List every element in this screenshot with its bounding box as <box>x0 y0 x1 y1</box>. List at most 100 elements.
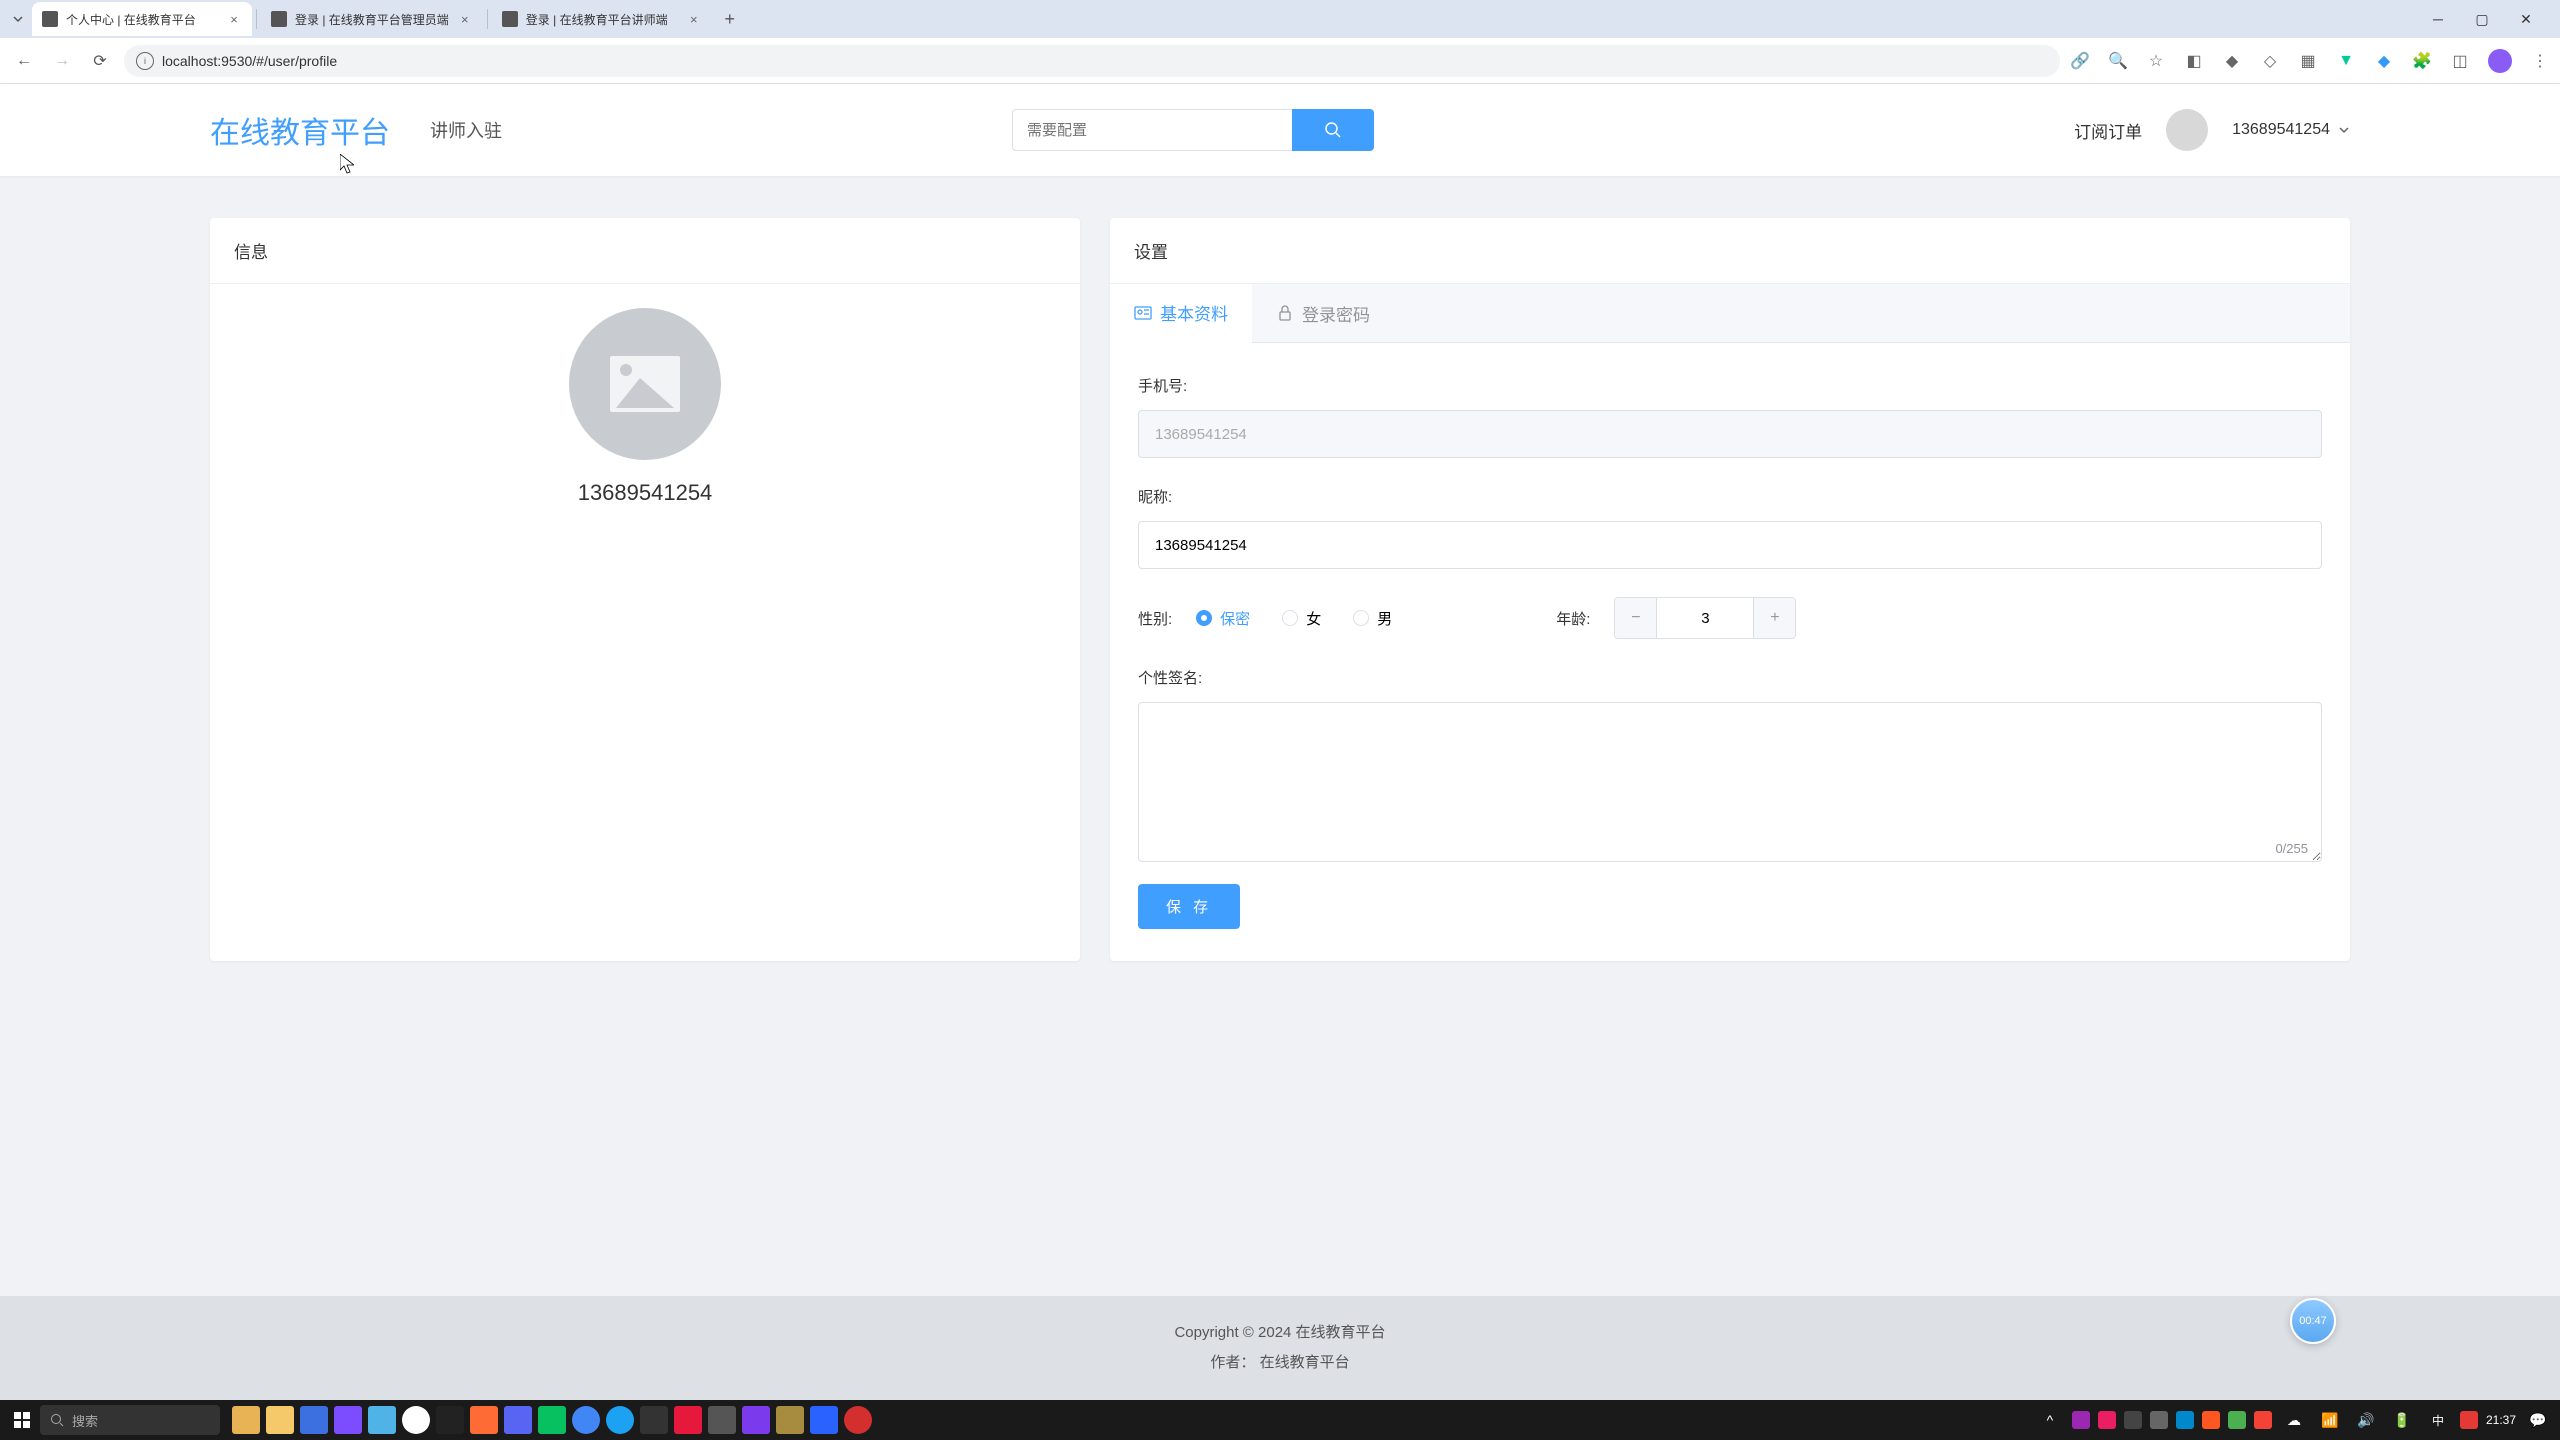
avatar-large[interactable] <box>569 308 721 460</box>
tb-app-8[interactable] <box>538 1406 566 1434</box>
tray-5[interactable] <box>2176 1411 2194 1429</box>
phone-label: 手机号: <box>1138 375 2322 396</box>
close-icon[interactable]: × <box>226 11 242 27</box>
tray-battery-icon[interactable]: 🔋 <box>2388 1406 2416 1434</box>
radio-secret[interactable]: 保密 <box>1196 608 1250 629</box>
radio-male[interactable]: 男 <box>1353 608 1392 629</box>
notifications-icon[interactable]: 💬 <box>2524 1406 2552 1434</box>
tb-app-13[interactable] <box>708 1406 736 1434</box>
taskbar-search[interactable]: 搜索 <box>40 1405 220 1435</box>
browser-tab-2[interactable]: 登录 | 在线教育平台管理员端 × <box>261 2 483 36</box>
tray-7[interactable] <box>2228 1411 2246 1429</box>
floating-timer-badge[interactable]: 00:47 <box>2290 1298 2336 1344</box>
close-icon[interactable]: × <box>686 11 702 27</box>
tray-ime[interactable]: 中 <box>2424 1406 2452 1434</box>
ext-3-icon[interactable]: ◇ <box>2260 51 2280 71</box>
link-icon[interactable]: 🔗 <box>2070 51 2090 71</box>
tab-title: 登录 | 在线教育平台讲师端 <box>526 11 668 28</box>
nickname-input[interactable] <box>1138 521 2322 569</box>
close-icon[interactable]: × <box>457 11 473 27</box>
url-field[interactable]: i localhost:9530/#/user/profile <box>124 45 2060 77</box>
minimize-button[interactable]: ─ <box>2428 9 2448 29</box>
radio-secret-label: 保密 <box>1220 608 1250 629</box>
user-menu[interactable]: 13689541254 <box>2232 121 2350 139</box>
new-tab-button[interactable]: + <box>716 5 744 33</box>
tray-2[interactable] <box>2098 1411 2116 1429</box>
ext-2-icon[interactable]: ◆ <box>2222 51 2242 71</box>
maximize-button[interactable]: ▢ <box>2472 9 2492 29</box>
tray-9[interactable]: ☁ <box>2280 1406 2308 1434</box>
tb-app-chrome[interactable] <box>402 1406 430 1434</box>
ext-5-icon[interactable]: ▼ <box>2336 51 2356 71</box>
ext-6-icon[interactable]: ◆ <box>2374 51 2394 71</box>
tb-app-5[interactable] <box>436 1406 464 1434</box>
url-bar: ← → ⟳ i localhost:9530/#/user/profile 🔗 … <box>0 38 2560 84</box>
age-decrement[interactable]: − <box>1615 598 1657 638</box>
tabs-dropdown[interactable] <box>8 9 28 29</box>
tb-app-14[interactable] <box>742 1406 770 1434</box>
ext-4-icon[interactable]: ▦ <box>2298 51 2318 71</box>
radio-dot-icon <box>1282 610 1298 626</box>
save-button[interactable]: 保 存 <box>1138 884 1240 929</box>
bookmark-icon[interactable]: ☆ <box>2146 51 2166 71</box>
tb-app-9[interactable] <box>572 1406 600 1434</box>
tray-4[interactable] <box>2150 1411 2168 1429</box>
menu-icon[interactable]: ⋮ <box>2530 51 2550 71</box>
ext-1-icon[interactable]: ◧ <box>2184 51 2204 71</box>
bio-textarea[interactable] <box>1138 702 2322 862</box>
age-input[interactable] <box>1657 598 1753 638</box>
tray-8[interactable] <box>2254 1411 2272 1429</box>
tb-app-10[interactable] <box>606 1406 634 1434</box>
taskbar-time[interactable]: 21:37 <box>2486 1413 2516 1427</box>
tray-wifi-icon[interactable]: 📶 <box>2316 1406 2344 1434</box>
tb-app-3[interactable] <box>334 1406 362 1434</box>
tb-app-1[interactable] <box>232 1406 260 1434</box>
subscribe-link[interactable]: 订阅订单 <box>2074 118 2142 143</box>
back-button[interactable]: ← <box>10 47 38 75</box>
tab-password[interactable]: 登录密码 <box>1252 284 1394 342</box>
close-window-button[interactable]: ✕ <box>2516 9 2536 29</box>
tray-1[interactable] <box>2072 1411 2090 1429</box>
reload-button[interactable]: ⟳ <box>86 47 114 75</box>
radio-female-label: 女 <box>1306 608 1321 629</box>
tab-basic[interactable]: 基本资料 <box>1110 284 1252 343</box>
tab-password-label: 登录密码 <box>1302 301 1370 326</box>
avatar[interactable] <box>2166 109 2208 151</box>
zoom-icon[interactable]: 🔍 <box>2108 51 2128 71</box>
tb-app-7[interactable] <box>504 1406 532 1434</box>
nav-teacher-join[interactable]: 讲师入驻 <box>430 117 502 143</box>
tb-app-2[interactable] <box>300 1406 328 1434</box>
gender-radio-group: 保密 女 男 <box>1196 608 1392 629</box>
age-increment[interactable]: + <box>1753 598 1795 638</box>
url-text: localhost:9530/#/user/profile <box>162 53 2048 69</box>
tb-app-17[interactable] <box>844 1406 872 1434</box>
tb-app-16[interactable] <box>810 1406 838 1434</box>
tray-6[interactable] <box>2202 1411 2220 1429</box>
tray-chevron-icon[interactable]: ^ <box>2036 1406 2064 1434</box>
tb-app-11[interactable] <box>640 1406 668 1434</box>
tray-10[interactable] <box>2460 1411 2478 1429</box>
start-button[interactable] <box>8 1406 36 1434</box>
tb-app-explorer[interactable] <box>266 1406 294 1434</box>
search-button[interactable] <box>1292 109 1374 151</box>
app-header: 在线教育平台 讲师入驻 订阅订单 13689541254 <box>0 84 2560 176</box>
chevron-down-icon <box>2338 124 2350 136</box>
radio-female[interactable]: 女 <box>1282 608 1321 629</box>
forward-button[interactable]: → <box>48 47 76 75</box>
bio-char-count: 0/255 <box>1138 841 2308 856</box>
toolbar-icons: 🔗 🔍 ☆ ◧ ◆ ◇ ▦ ▼ ◆ 🧩 ◫ ⋮ <box>2070 49 2550 73</box>
profile-icon[interactable] <box>2488 49 2512 73</box>
extensions-icon[interactable]: 🧩 <box>2412 51 2432 71</box>
site-info-icon[interactable]: i <box>136 52 154 70</box>
tray-3[interactable] <box>2124 1411 2142 1429</box>
search-input[interactable] <box>1012 109 1292 151</box>
tb-app-4[interactable] <box>368 1406 396 1434</box>
logo[interactable]: 在线教育平台 <box>210 108 390 152</box>
side-panel-icon[interactable]: ◫ <box>2450 51 2470 71</box>
tb-app-12[interactable] <box>674 1406 702 1434</box>
tray-volume-icon[interactable]: 🔊 <box>2352 1406 2380 1434</box>
tb-app-15[interactable] <box>776 1406 804 1434</box>
tb-app-6[interactable] <box>470 1406 498 1434</box>
browser-tab-1[interactable]: 个人中心 | 在线教育平台 × <box>32 2 252 36</box>
browser-tab-3[interactable]: 登录 | 在线教育平台讲师端 × <box>492 2 712 36</box>
